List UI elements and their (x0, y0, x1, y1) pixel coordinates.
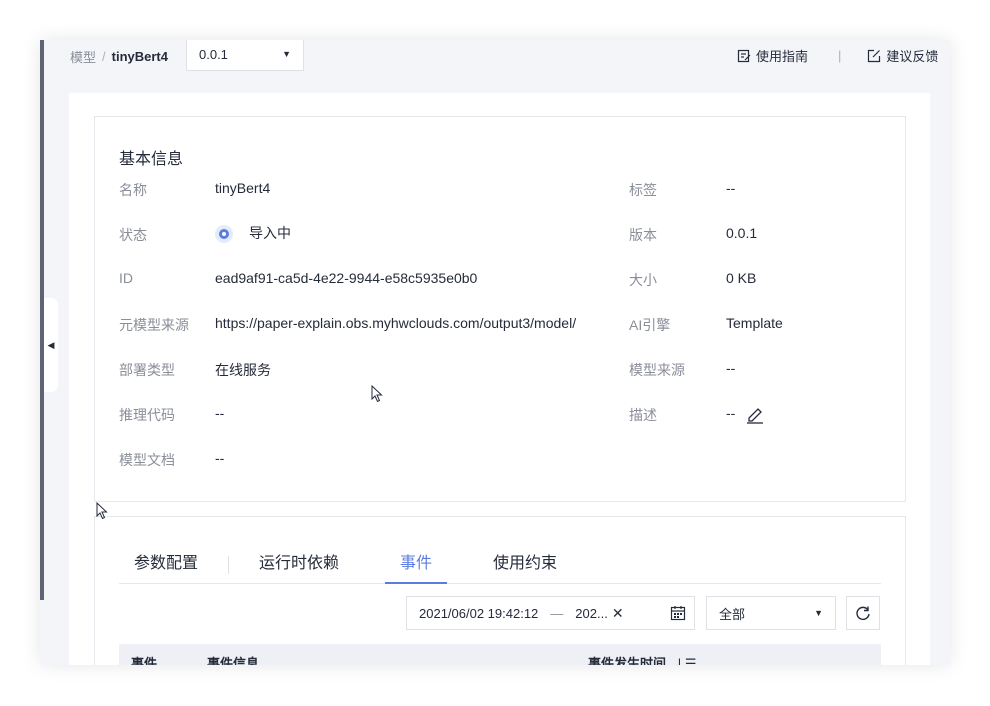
detail-tabs-card: 参数配置 运行时依赖 事件 使用约束 2021/06/02 19:42:12 —… (94, 516, 906, 665)
field-value: -- (215, 405, 225, 421)
field-label: 模型来源 (629, 362, 685, 378)
event-type-value: 全部 (719, 606, 746, 622)
tab-divider (462, 556, 463, 574)
feedback-edit-icon (868, 49, 881, 62)
edit-pencil-icon[interactable] (745, 404, 765, 424)
sort-icon[interactable]: ⇃☰ (674, 656, 697, 665)
caret-left-icon: ◀ (47, 339, 55, 350)
field-label: 部署类型 (119, 362, 175, 378)
field-value: -- (215, 450, 225, 466)
refresh-icon (856, 606, 870, 620)
status-text: 导入中 (249, 225, 291, 241)
tab-runtime-deps[interactable]: 运行时依赖 (244, 547, 354, 583)
caret-down-icon: ▼ (282, 49, 291, 59)
field-value: https://paper-explain.obs.myhwclouds.com… (215, 315, 577, 331)
field-label: 版本 (629, 227, 657, 243)
column-event-time-label: 事件发生时间 (588, 656, 667, 665)
field-label: AI引擎 (629, 317, 671, 333)
calendar-icon[interactable] (670, 605, 686, 621)
field-label: 元模型来源 (119, 317, 189, 333)
breadcrumb-parent[interactable]: 模型 (70, 47, 96, 66)
tab-param-config[interactable]: 参数配置 (119, 547, 213, 583)
field-label: ID (119, 270, 133, 286)
event-type-select[interactable]: 全部 ▼ (706, 596, 836, 630)
date-range-end: 202... (575, 605, 608, 621)
field-value: 在线服务 (215, 362, 271, 378)
field-label: 状态 (119, 227, 147, 243)
field-label: 大小 (629, 272, 657, 288)
clear-icon[interactable]: ✕ (612, 605, 624, 622)
field-label: 名称 (119, 182, 147, 198)
mouse-cursor-icon (96, 502, 108, 520)
detail-tabs: 参数配置 运行时依赖 事件 使用约束 (119, 547, 881, 584)
feedback-link[interactable]: 建议反馈 (867, 46, 938, 65)
basic-info-card: 基本信息 名称 tinyBert4 状态 导入中 ID ead9af91-ca5… (94, 116, 906, 502)
field-value: ead9af91-ca5d-4e22-9944-e58c5935e0b0 (215, 270, 478, 286)
basic-info-title: 基本信息 (119, 151, 184, 168)
field-value: -- (726, 360, 736, 376)
column-event-time[interactable]: 事件发生时间 ⇃☰ (588, 653, 697, 665)
field-value: 0 KB (726, 270, 757, 286)
feedback-label: 建议反馈 (886, 49, 939, 64)
column-event-info: 事件信息 (207, 656, 260, 665)
field-value: -- (726, 405, 736, 421)
field-value: Template (726, 315, 783, 331)
tab-divider (228, 556, 230, 574)
version-select[interactable]: 0.0.1 ▼ (186, 40, 304, 71)
column-event-type[interactable]: 事件... (131, 653, 168, 665)
guide-doc-icon (737, 49, 751, 62)
console-screen: ◀ 模型 / tinyBert4 0.0.1 ▼ 使用指南 | 建议反馈 基本信… (40, 40, 950, 665)
field-value: 0.0.1 (726, 225, 758, 241)
tab-events[interactable]: 事件 (385, 547, 448, 584)
usage-guide-label: 使用指南 (756, 49, 809, 64)
refresh-button[interactable] (846, 596, 880, 630)
date-range-separator: — (550, 605, 564, 621)
field-label: 描述 (629, 407, 657, 423)
event-date-range-picker[interactable]: 2021/06/02 19:42:12 — 202... ✕ (406, 596, 695, 630)
collapse-sidebar-handle[interactable]: ◀ (44, 298, 58, 392)
field-label: 标签 (629, 182, 657, 198)
status-progress-icon (215, 225, 233, 244)
date-range-start: 2021/06/02 19:42:12 (419, 605, 539, 621)
usage-guide-link[interactable]: 使用指南 (737, 46, 808, 65)
breadcrumb-separator: / (102, 48, 106, 64)
field-value: tinyBert4 (215, 180, 271, 196)
actions-divider: | (838, 48, 842, 63)
mouse-cursor-icon (371, 385, 383, 403)
events-table-header: 事件... 事件信息 事件发生时间 ⇃☰ (119, 644, 881, 665)
breadcrumb-current: tinyBert4 (111, 48, 168, 64)
caret-down-icon: ▼ (814, 608, 823, 618)
tab-usage-constraints[interactable]: 使用约束 (478, 547, 572, 583)
version-select-value: 0.0.1 (199, 46, 228, 62)
field-label: 模型文档 (119, 452, 175, 468)
field-label: 推理代码 (119, 407, 175, 423)
tab-divider (369, 556, 370, 574)
top-actions: 使用指南 | 建议反馈 (737, 46, 938, 65)
field-value: -- (726, 180, 736, 196)
status-value: 导入中 (215, 223, 291, 244)
